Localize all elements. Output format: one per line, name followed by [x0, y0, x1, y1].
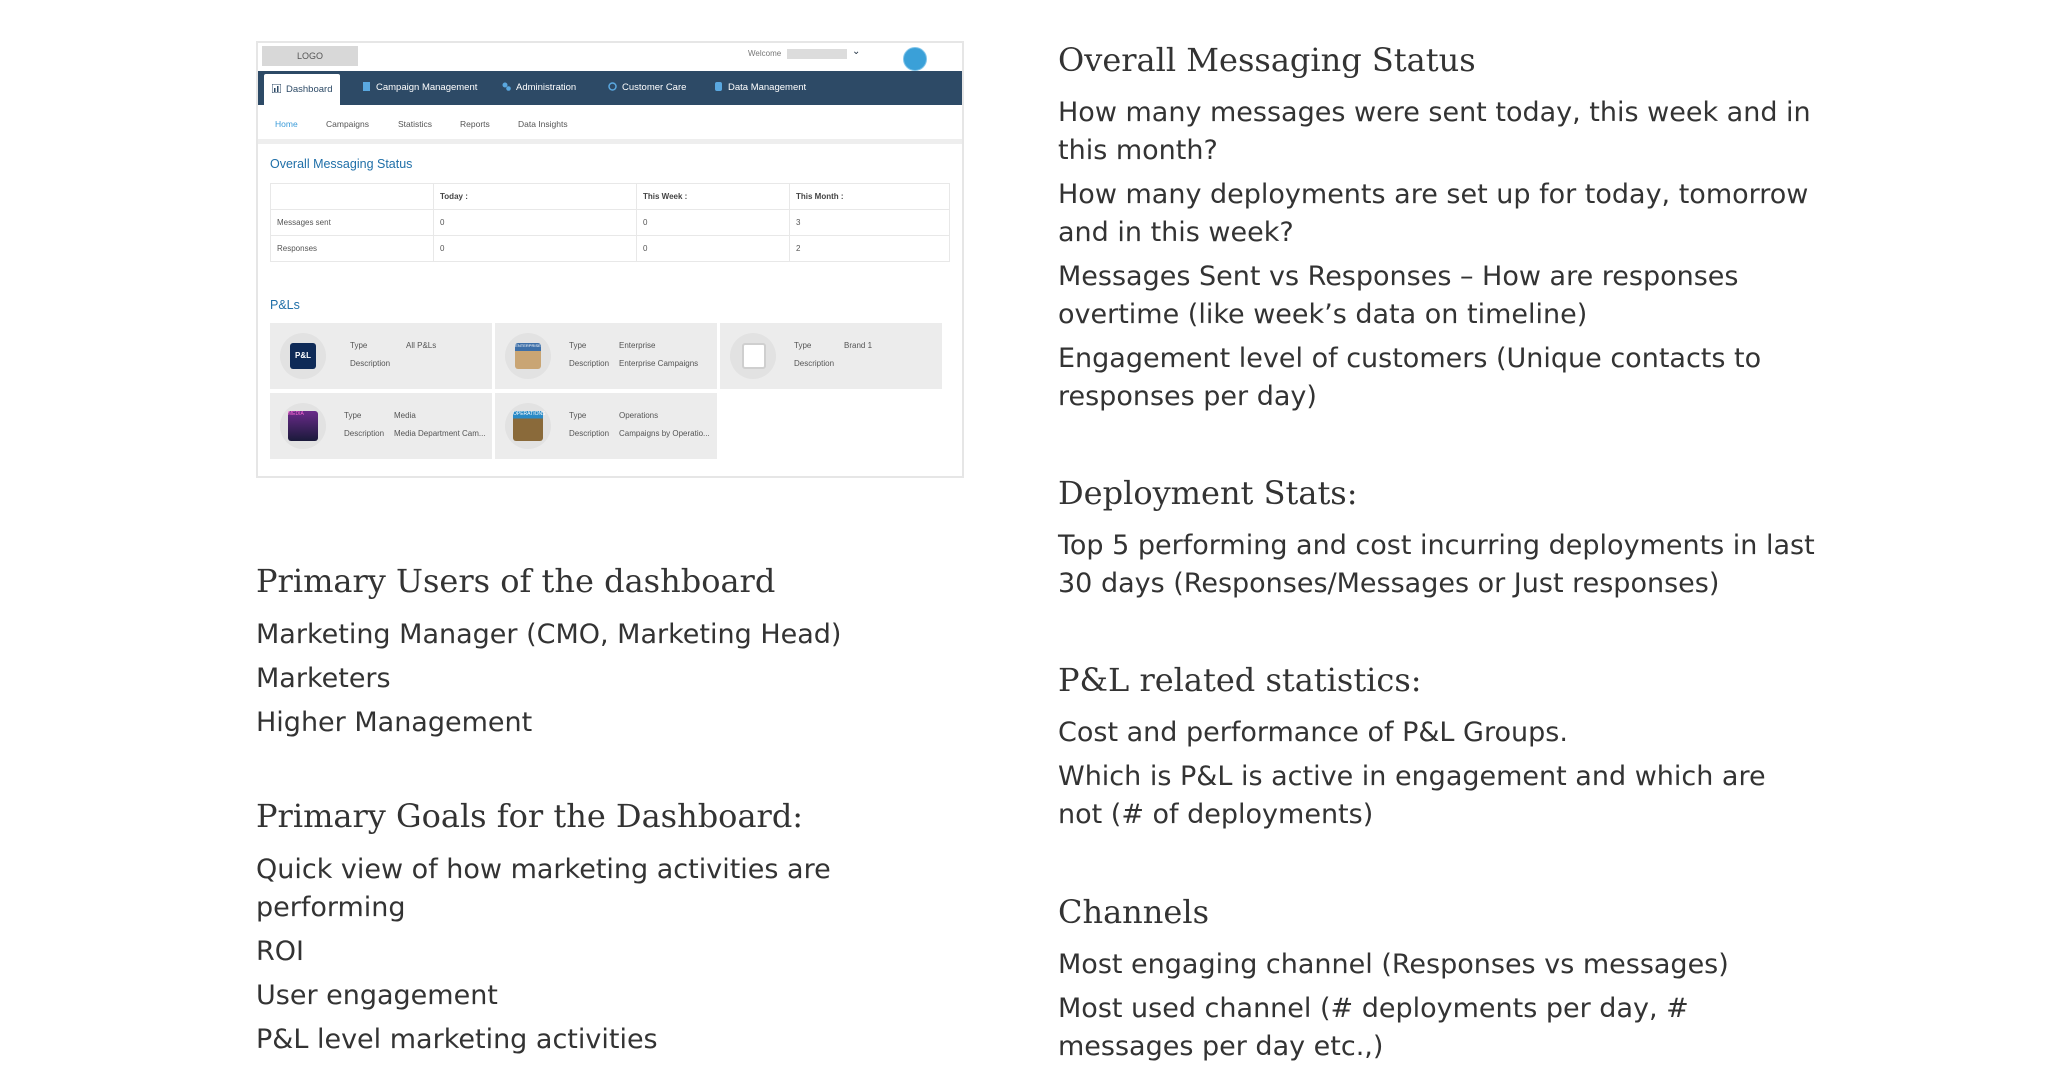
subnav-campaigns[interactable]: Campaigns	[326, 119, 369, 129]
primary-users-heading: Primary Users of the dashboard	[256, 562, 776, 600]
table-cell: 3	[789, 209, 950, 236]
deployment-stats-heading: Deployment Stats:	[1058, 474, 1358, 512]
table-header	[270, 183, 434, 210]
table-cell: 0	[636, 235, 790, 262]
pl-badge: OPERATIONS	[513, 411, 545, 441]
goal-item: ROI	[256, 936, 304, 967]
refresh-icon	[608, 72, 617, 91]
channels-heading: Channels	[1058, 893, 1209, 931]
type-label: Type	[569, 411, 587, 420]
goal-item: Quick view of how marketing activities a…	[256, 854, 831, 923]
description-label: Description	[350, 359, 391, 368]
chart-icon	[271, 75, 282, 94]
description-label: Description	[794, 359, 835, 368]
messaging-item: How many deployments are set up for toda…	[1058, 179, 1809, 248]
welcome-label: Welcome	[748, 49, 782, 58]
top-bar: LOGO Welcome ⌄	[258, 43, 962, 71]
document-icon	[362, 72, 371, 91]
table-header: This Month :	[789, 183, 950, 210]
pl-thumbnail	[730, 333, 776, 379]
nav-campaign-management[interactable]: Campaign Management	[362, 71, 477, 105]
pl-thumbnail: ENTERPRISE	[505, 333, 551, 379]
table-header-row: Today : This Week : This Month :	[270, 183, 950, 210]
table-row: Messages sent 0 0 3	[270, 209, 950, 236]
pl-thumbnail: OPERATIONS	[505, 403, 551, 449]
pl-card-brand[interactable]: Type Brand 1 Description	[720, 323, 942, 389]
messaging-table: Today : This Week : This Month : Message…	[270, 183, 950, 262]
table-header: This Week :	[636, 183, 790, 210]
goal-item: User engagement	[256, 980, 498, 1011]
primary-goals-heading: Primary Goals for the Dashboard:	[256, 797, 804, 835]
user-item: Higher Management	[256, 707, 533, 738]
description-label: Description	[569, 429, 610, 438]
messaging-item: How many messages were sent today, this …	[1058, 97, 1811, 166]
table-row: Responses 0 0 2	[270, 235, 950, 262]
channel-item: Most engaging channel (Responses vs mess…	[1058, 949, 1729, 980]
user-item: Marketers	[256, 663, 391, 694]
pl-card-operations[interactable]: OPERATIONS Type Operations Description C…	[495, 393, 717, 459]
pl-thumbnail: P&L	[280, 333, 326, 379]
gears-icon	[502, 72, 511, 91]
pl-type-value: All P&Ls	[406, 341, 437, 350]
description-label: Description	[344, 429, 385, 438]
pl-description-value: Campaigns by Operatio...	[619, 429, 710, 438]
pl-item: Cost and performance of P&L Groups.	[1058, 717, 1568, 748]
type-label: Type	[569, 341, 587, 350]
pl-badge: P&L	[290, 343, 316, 369]
overall-status-title: Overall Messaging Status	[270, 157, 413, 171]
subnav-statistics[interactable]: Statistics	[398, 119, 432, 129]
nav-dashboard[interactable]: Dashboard	[264, 74, 341, 105]
logo: LOGO	[262, 46, 358, 66]
description-label: Description	[569, 359, 610, 368]
pl-description-value: Media Department Cam...	[394, 429, 486, 438]
overall-messaging-heading: Overall Messaging Status	[1058, 41, 1476, 79]
pl-type-value: Enterprise	[619, 341, 656, 350]
goal-item: P&L level marketing activities	[256, 1024, 658, 1055]
pl-type-value: Brand 1	[844, 341, 873, 350]
type-label: Type	[344, 411, 362, 420]
pls-title: P&Ls	[270, 298, 300, 312]
nav-administration[interactable]: Administration	[502, 71, 576, 105]
pl-card-all[interactable]: P&L Type All P&Ls Description	[270, 323, 492, 389]
subnav-home[interactable]: Home	[275, 119, 298, 129]
pl-card-enterprise[interactable]: ENTERPRISE Type Enterprise Description E…	[495, 323, 717, 389]
image-placeholder-icon	[742, 343, 766, 369]
sub-nav: Home Campaigns Statistics Reports Data I…	[258, 105, 962, 144]
user-item: Marketing Manager (CMO, Marketing Head)	[256, 619, 842, 650]
table-cell: 0	[433, 235, 637, 262]
type-label: Type	[794, 341, 812, 350]
type-label: Type	[350, 341, 368, 350]
table-header: Today :	[433, 183, 637, 210]
chevron-down-icon[interactable]: ⌄	[852, 46, 860, 57]
pl-badge: MEDIA	[288, 411, 318, 441]
pl-badge: ENTERPRISE	[515, 343, 541, 369]
avatar[interactable]	[903, 47, 927, 71]
pl-thumbnail: MEDIA	[280, 403, 326, 449]
table-cell: Messages sent	[270, 209, 434, 236]
pl-type-value: Operations	[619, 411, 659, 420]
pl-card-media[interactable]: MEDIA Type Media Description Media Depar…	[270, 393, 492, 459]
pl-type-value: Media	[394, 411, 416, 420]
main-nav: Dashboard Campaign Management Administra…	[258, 71, 962, 105]
table-cell: 0	[636, 209, 790, 236]
dashboard-screenshot: LOGO Welcome ⌄ Dashboard Campaign Manage…	[256, 41, 964, 478]
pl-description-value: Enterprise Campaigns	[619, 359, 699, 368]
pl-statistics-heading: P&L related statistics:	[1058, 661, 1422, 699]
deployment-item: Top 5 performing and cost incurring depl…	[1058, 530, 1815, 599]
subnav-data-insights[interactable]: Data Insights	[518, 119, 568, 129]
nav-data-management[interactable]: Data Management	[714, 71, 806, 105]
table-cell: Responses	[270, 235, 434, 262]
subnav-reports[interactable]: Reports	[460, 119, 490, 129]
database-icon	[714, 72, 723, 91]
table-cell: 2	[789, 235, 950, 262]
messaging-item: Messages Sent vs Responses – How are res…	[1058, 261, 1739, 330]
pl-item: Which is P&L is active in engagement and…	[1058, 761, 1766, 830]
table-cell: 0	[433, 209, 637, 236]
messaging-item: Engagement level of customers (Unique co…	[1058, 343, 1762, 412]
nav-customer-care[interactable]: Customer Care	[608, 71, 686, 105]
user-name-field	[787, 49, 847, 59]
channel-item: Most used channel (# deployments per day…	[1058, 993, 1689, 1062]
